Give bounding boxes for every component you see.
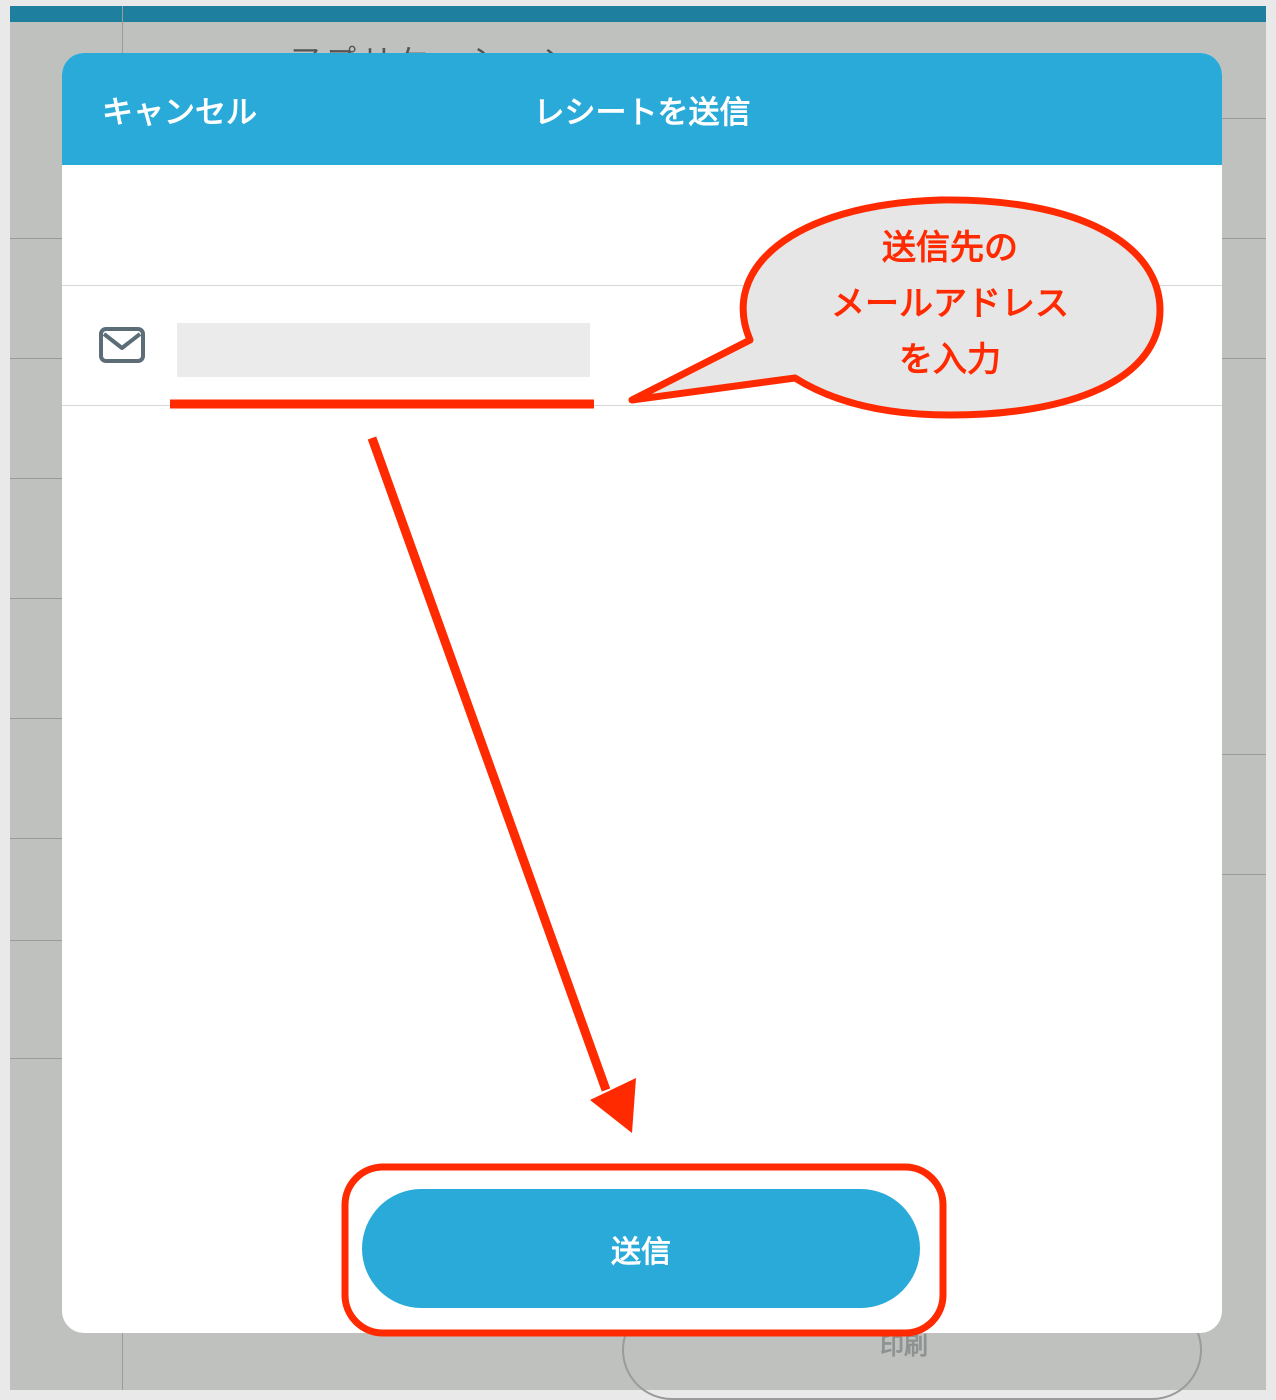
arrow-shaft [367, 436, 611, 1092]
send-button-highlight [341, 1163, 947, 1337]
callout-line: 送信先の [882, 228, 1018, 268]
callout-text: 送信先の メールアドレス を入力 [760, 220, 1140, 388]
arrow-head [590, 1078, 636, 1133]
annotation-overlay [170, 196, 1164, 1337]
callout-line: を入力 [899, 340, 1001, 380]
callout-line: メールアドレス [831, 284, 1069, 324]
